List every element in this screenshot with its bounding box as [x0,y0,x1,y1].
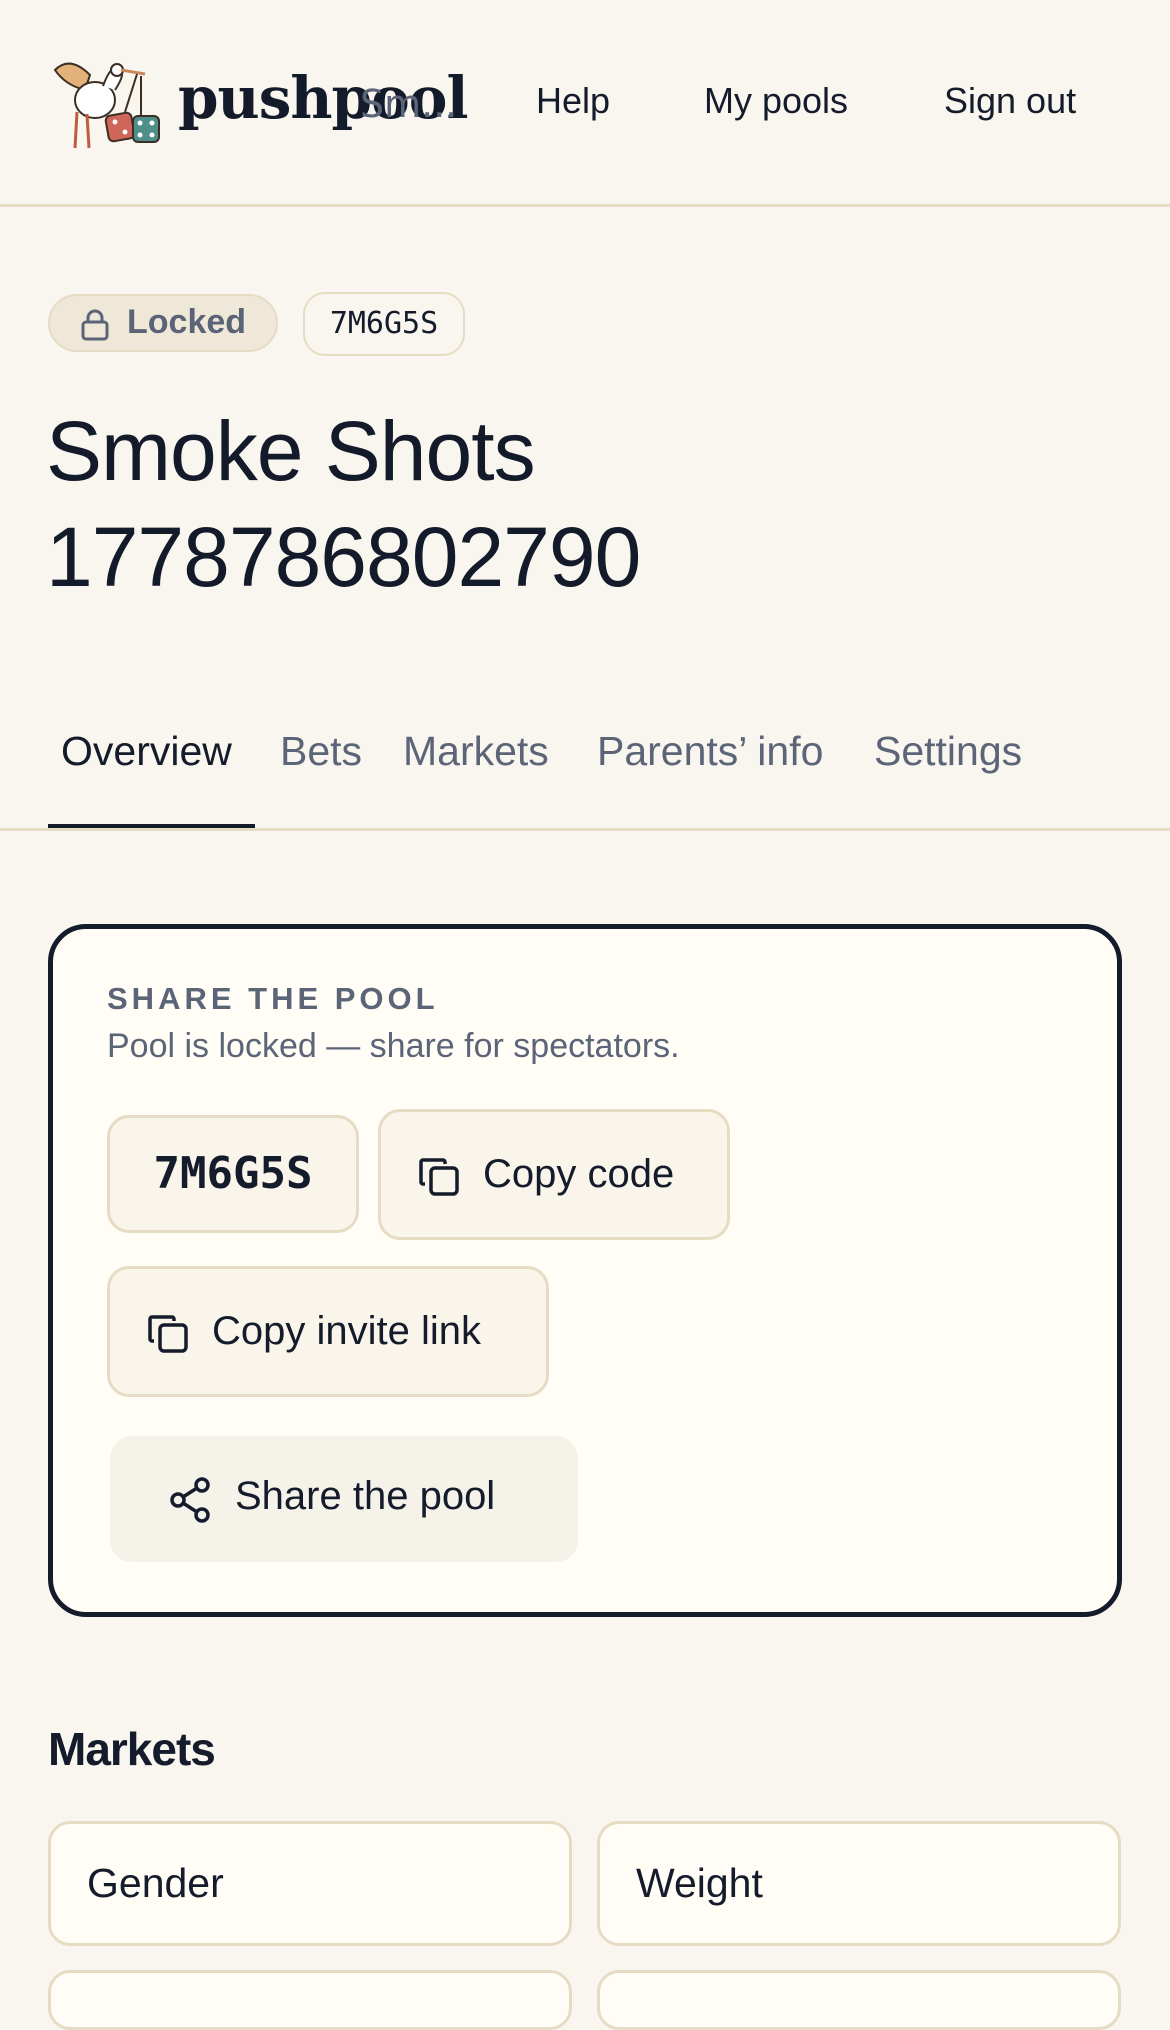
market-label: Gender [87,1860,224,1906]
nav-sign-out[interactable]: Sign out [944,80,1076,122]
pool-name-truncated: Sm... [360,82,458,126]
copy-code-button[interactable]: Copy code [378,1109,730,1240]
pushpool-logo[interactable] [45,50,161,154]
market-card-weight[interactable]: Weight [597,1821,1121,1946]
tab-settings[interactable]: Settings [874,728,1022,775]
market-card-gender[interactable]: Gender [48,1821,572,1946]
share-the-pool-button[interactable]: Share the pool [110,1436,578,1562]
copy-invite-link-label: Copy invite link [212,1309,482,1353]
app-header: pushpool Sm... Help My pools Sign out [0,0,1170,207]
pool-code-display: 7M6G5S [107,1115,359,1233]
status-badge: Locked [48,294,278,352]
share-heading: SHARE THE POOL [107,981,439,1016]
copy-icon [146,1311,192,1367]
tab-parents-info[interactable]: Parents’ info [597,728,823,775]
markets-heading: Markets [48,1723,216,1775]
pool-code-badge: 7M6G5S [303,292,465,356]
share-subtitle: Pool is locked — share for spectators. [107,1027,680,1065]
market-card[interactable] [597,1970,1121,2030]
tab-bar: Overview Bets Markets Parents’ info Sett… [0,720,1170,831]
nav-help[interactable]: Help [536,80,610,122]
page-title: Smoke Shots 1778786802790 [46,404,641,604]
copy-invite-link-button[interactable]: Copy invite link [107,1266,549,1397]
market-label: Weight [636,1860,763,1906]
status-label: Locked [127,303,247,341]
market-card[interactable] [48,1970,572,2030]
share-the-pool-label: Share the pool [235,1474,496,1518]
lock-icon [80,309,110,345]
share-pool-card: SHARE THE POOL Pool is locked — share fo… [48,924,1122,1617]
active-tab-indicator [48,824,255,828]
copy-icon [417,1154,463,1210]
share-icon [168,1476,214,1534]
copy-code-label: Copy code [483,1152,675,1196]
tab-overview[interactable]: Overview [61,728,232,775]
tab-markets[interactable]: Markets [403,728,549,775]
tab-bets[interactable]: Bets [280,728,362,775]
nav-my-pools[interactable]: My pools [704,80,848,122]
